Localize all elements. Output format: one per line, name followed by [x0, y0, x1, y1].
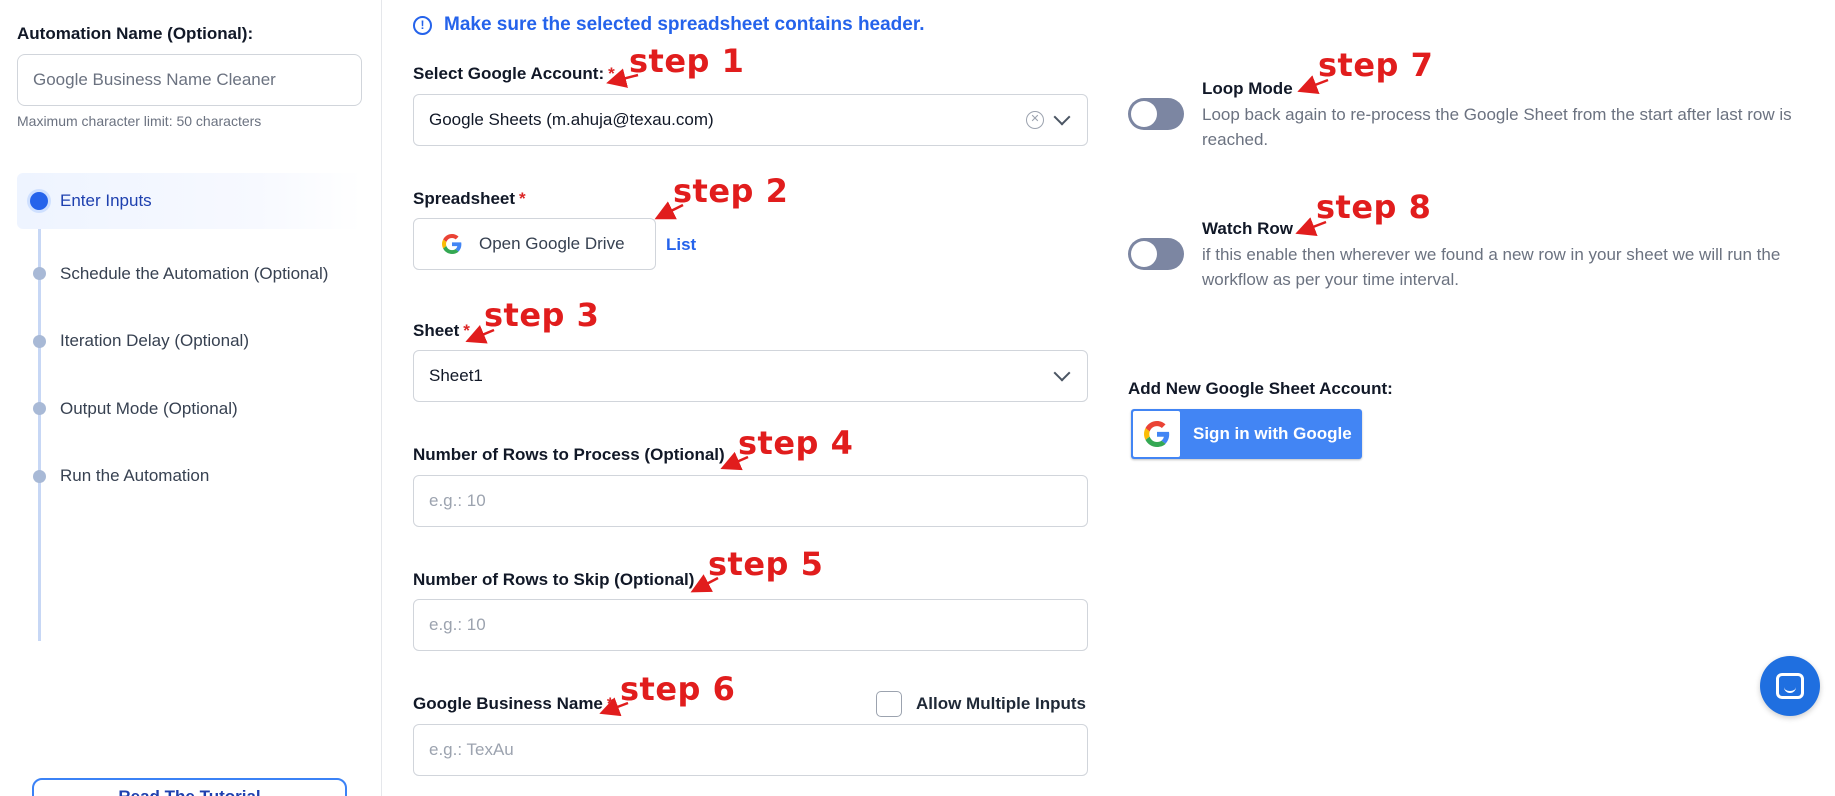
watch-row-description: if this enable then wherever we found a …	[1202, 245, 1781, 289]
google-logo-icon	[1133, 411, 1180, 457]
automation-name-input[interactable]: Google Business Name Cleaner	[17, 54, 362, 106]
sheet-label: Sheet *	[413, 321, 470, 341]
sheet-value: Sheet1	[429, 366, 483, 385]
step-label: Iteration Delay (Optional)	[60, 331, 249, 351]
step-dot	[33, 469, 46, 483]
step-schedule[interactable]: Schedule the Automation (Optional)	[17, 240, 362, 308]
business-name-label-text: Google Business Name	[413, 694, 603, 713]
required-mark: *	[608, 64, 615, 83]
step-label: Enter Inputs	[60, 191, 152, 210]
list-link[interactable]: List	[666, 235, 696, 255]
step-dot	[33, 267, 46, 281]
sign-in-label: Sign in with Google	[1193, 424, 1352, 443]
step-dot-active	[30, 192, 48, 210]
step-label: Output Mode (Optional)	[60, 398, 238, 418]
google-account-select[interactable]: Google Sheets (m.ahuja@texau.com) ✕	[413, 94, 1088, 146]
open-google-drive-label: Open Google Drive	[479, 234, 625, 253]
allow-multiple-inputs-checkbox[interactable]: Allow Multiple Inputs	[876, 691, 1086, 717]
rows-to-process-label: Number of Rows to Process (Optional)	[413, 445, 725, 464]
sidebar: Automation Name (Optional): Google Busin…	[0, 0, 382, 796]
annotation-step-1: step 1	[629, 42, 745, 80]
annotation-step-3: step 3	[484, 296, 600, 334]
read-tutorial-button[interactable]: Read The Tutorial	[32, 778, 347, 796]
annotation-step-2: step 2	[673, 172, 789, 210]
loop-mode-title: Loop Mode	[1202, 79, 1293, 98]
clear-circle-icon[interactable]: ✕	[1026, 111, 1044, 129]
step-label: Run the Automation	[60, 466, 210, 486]
watch-row-toggle[interactable]	[1128, 238, 1184, 270]
google-account-label-text: Select Google Account:	[413, 64, 605, 83]
loop-mode-toggle[interactable]	[1128, 98, 1184, 130]
chevron-down-icon[interactable]	[1053, 108, 1071, 126]
step-output-mode[interactable]: Output Mode (Optional)	[17, 375, 362, 443]
step-label: Schedule the Automation (Optional)	[60, 263, 329, 283]
notice-text: Make sure the selected spreadsheet conta…	[444, 14, 925, 35]
required-mark: *	[606, 694, 614, 713]
chat-icon	[1776, 673, 1804, 699]
sheet-select[interactable]: Sheet1	[413, 350, 1088, 402]
annotation-step-6: step 6	[620, 670, 736, 708]
step-run[interactable]: Run the Automation	[17, 443, 362, 511]
annotation-step-7: step 7	[1318, 46, 1434, 84]
annotation-step-4: step 4	[738, 424, 854, 462]
google-logo-icon	[440, 232, 464, 256]
chevron-down-icon[interactable]	[1053, 364, 1071, 382]
add-account-label: Add New Google Sheet Account:	[1128, 379, 1393, 398]
google-account-label: Select Google Account: *	[413, 64, 615, 84]
automation-name-hint: Maximum character limit: 50 characters	[17, 113, 262, 129]
automation-name-label: Automation Name (Optional):	[17, 24, 254, 43]
header-notice: ! Make sure the selected spreadsheet con…	[413, 14, 924, 36]
spreadsheet-label: Spreadsheet *	[413, 189, 526, 209]
annotation-step-5: step 5	[708, 545, 824, 583]
rows-to-skip-input[interactable]: e.g.: 10	[413, 599, 1088, 651]
checkbox-box[interactable]	[876, 691, 902, 717]
rows-to-skip-label: Number of Rows to Skip (Optional)	[413, 570, 695, 589]
required-mark: *	[519, 189, 526, 208]
google-account-value: Google Sheets (m.ahuja@texau.com)	[429, 110, 714, 129]
step-dot	[33, 402, 46, 416]
annotation-step-8: step 8	[1316, 188, 1432, 226]
step-iteration-delay[interactable]: Iteration Delay (Optional)	[17, 308, 362, 376]
toggle-knob	[1131, 101, 1157, 127]
open-google-drive-button[interactable]: Open Google Drive	[413, 218, 656, 270]
business-name-input[interactable]: e.g.: TexAu	[413, 724, 1088, 776]
watch-row-title: Watch Row	[1202, 219, 1293, 238]
chat-support-button[interactable]	[1760, 656, 1820, 716]
rows-to-process-input[interactable]: e.g.: 10	[413, 475, 1088, 527]
info-circle-icon: !	[413, 15, 432, 35]
required-mark: *	[463, 321, 470, 340]
business-name-label: Google Business Name *	[413, 694, 614, 714]
loop-mode-description: Loop back again to re-process the Google…	[1202, 105, 1792, 149]
step-list: Enter Inputs Schedule the Automation (Op…	[17, 173, 362, 641]
sheet-label-text: Sheet	[413, 321, 460, 340]
spreadsheet-label-text: Spreadsheet	[413, 189, 516, 208]
allow-multiple-label: Allow Multiple Inputs	[916, 694, 1086, 713]
toggle-knob	[1131, 241, 1157, 267]
step-enter-inputs[interactable]: Enter Inputs	[17, 173, 362, 229]
step-dot	[33, 334, 46, 348]
sign-in-with-google-button[interactable]: Sign in with Google	[1131, 409, 1362, 459]
